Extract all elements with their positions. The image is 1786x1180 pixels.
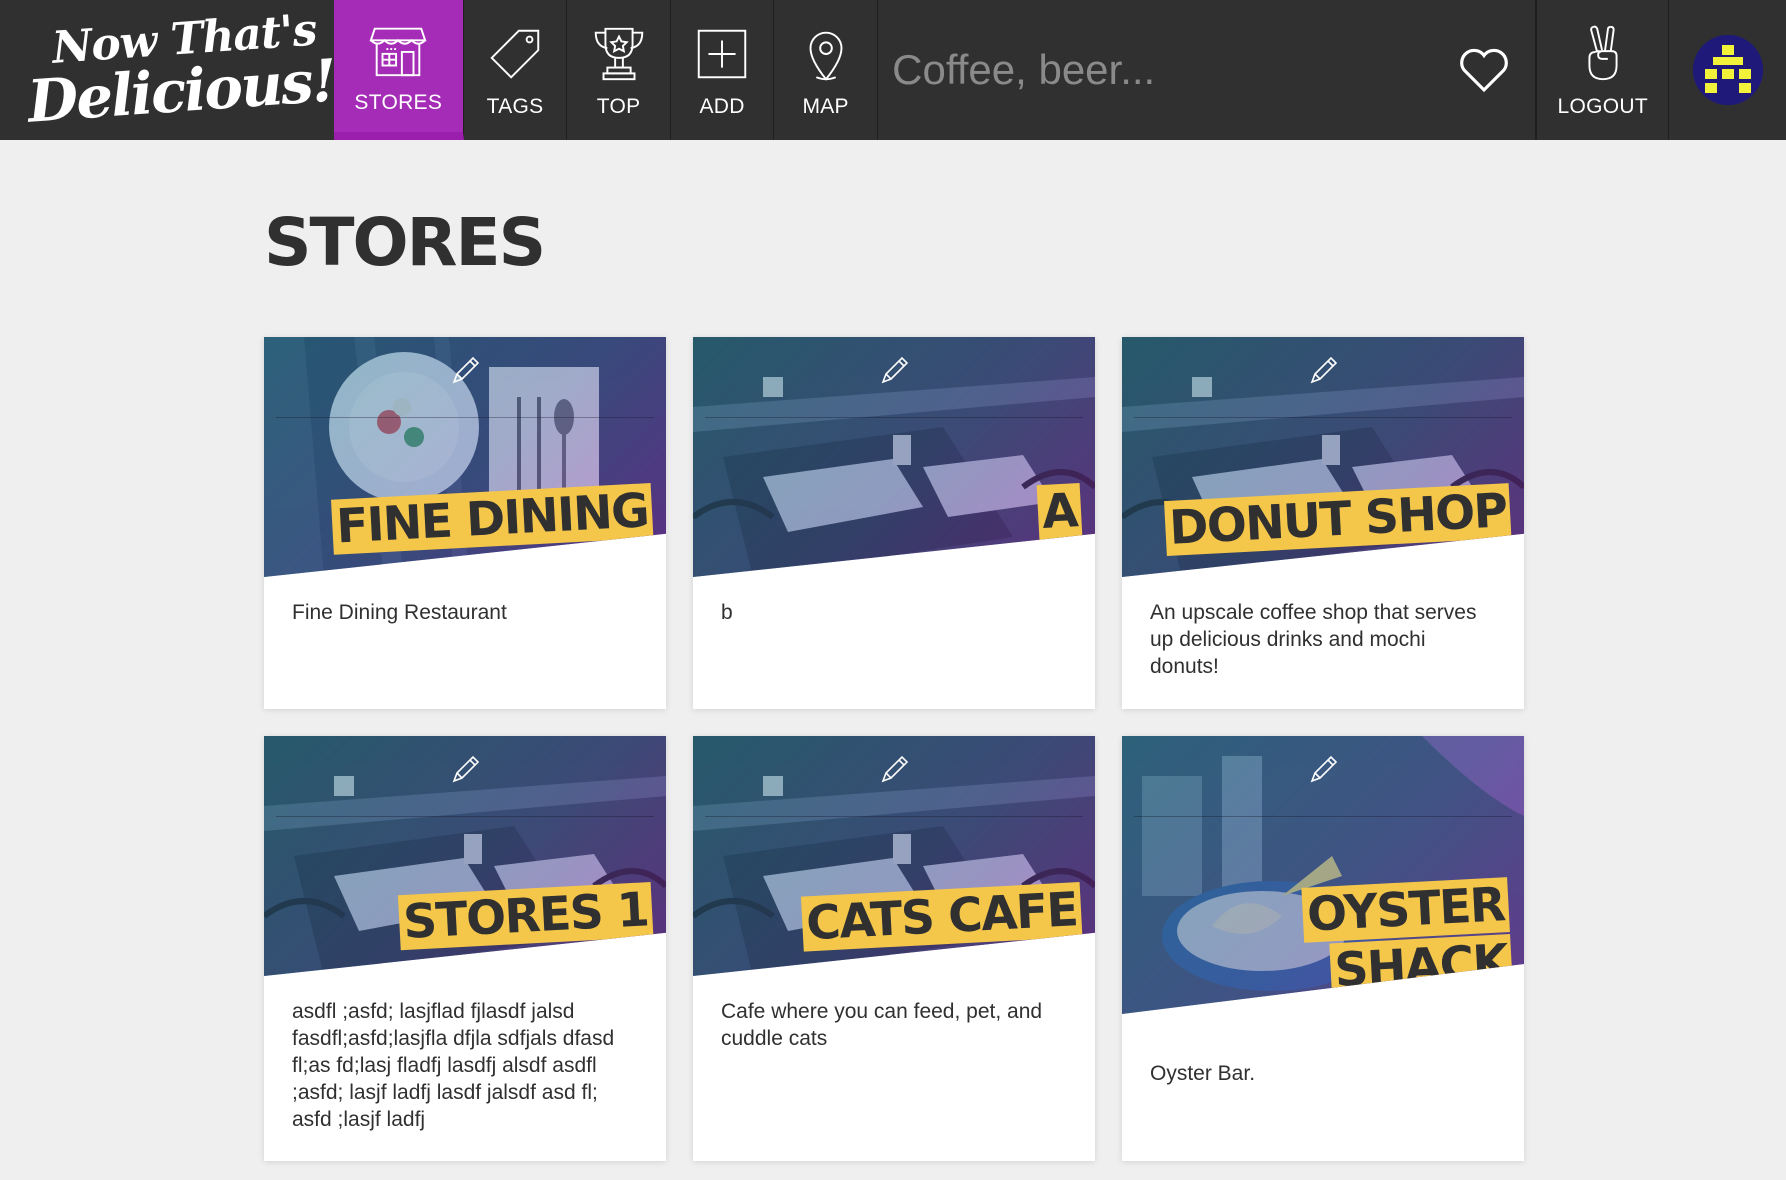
pencil-icon[interactable]	[449, 353, 483, 387]
store-description: Fine Dining Restaurant	[292, 601, 507, 624]
store-card[interactable]: CATS CAFE Cafe where you can feed, pet, …	[693, 736, 1095, 1161]
nav-logout-label: LOGOUT	[1557, 95, 1648, 118]
top-nav: Now That's Delicious! STORES TAGS TOP AD…	[0, 0, 1786, 140]
search-input[interactable]	[892, 40, 1433, 100]
map-pin-icon	[809, 31, 843, 81]
store-title[interactable]: STORES 1	[397, 882, 654, 951]
nav-top-label: TOP	[596, 95, 641, 118]
store-title-wrap: OYSTER SHACK	[1297, 876, 1513, 1001]
tag-icon	[490, 29, 540, 79]
store-hero[interactable]: A	[693, 337, 1095, 577]
nav-stores[interactable]: STORES	[333, 0, 465, 140]
heart-icon	[1459, 48, 1508, 93]
search-area	[878, 0, 1433, 140]
avatar-icon	[1692, 35, 1763, 105]
hero-divider	[276, 417, 654, 418]
store-description: b	[721, 601, 733, 624]
store-title-wrap: STORES 1	[397, 881, 654, 951]
nav-map[interactable]: MAP	[774, 0, 879, 140]
nav-map-label: MAP	[802, 95, 849, 118]
trophy-icon	[594, 27, 643, 81]
pencil-icon[interactable]	[1307, 752, 1341, 786]
store-card[interactable]: A b	[693, 337, 1095, 709]
store-hero[interactable]: OYSTER SHACK	[1122, 736, 1524, 1014]
hero-divider	[1134, 816, 1512, 817]
store-title[interactable]: OYSTER SHACK	[1301, 877, 1513, 999]
store-hero[interactable]: CATS CAFE	[693, 736, 1095, 976]
page-title: STORES	[264, 204, 546, 281]
store-description: asdfl ;asfd; lasjflad fjlasdf jalsd fasd…	[292, 1000, 615, 1131]
nav-tags-label: TAGS	[486, 95, 544, 118]
avatar	[1692, 35, 1763, 105]
hero-divider	[705, 816, 1083, 817]
store-description: An upscale coffee shop that serves up de…	[1150, 601, 1477, 678]
store-card[interactable]: DONUT SHOP An upscale coffee shop that s…	[1122, 337, 1524, 709]
store-title[interactable]: CATS CAFE	[800, 882, 1083, 952]
nav-add-label: ADD	[699, 95, 745, 118]
pencil-icon[interactable]	[878, 752, 912, 786]
nav-stores-label: STORES	[354, 91, 443, 114]
store-card[interactable]: STORES 1 asdfl ;asfd; lasjflad fjlasdf j…	[264, 736, 666, 1161]
pencil-icon[interactable]	[878, 353, 912, 387]
pencil-icon[interactable]	[1307, 353, 1341, 387]
store-icon	[369, 27, 427, 77]
store-card[interactable]: FINE DINING Fine Dining Restaurant	[264, 337, 666, 709]
store-hero[interactable]: DONUT SHOP	[1122, 337, 1524, 577]
hero-divider	[705, 417, 1083, 418]
site-logo[interactable]: Now That's Delicious!	[0, 0, 338, 151]
store-description: Cafe where you can feed, pet, and cuddle…	[721, 1000, 1043, 1050]
store-hero[interactable]: FINE DINING	[264, 337, 666, 577]
hero-divider	[1134, 417, 1512, 418]
nav-top[interactable]: TOP	[567, 0, 672, 140]
peace-hand-icon	[1588, 25, 1618, 81]
store-title[interactable]: A	[1036, 483, 1083, 541]
nav-hearts[interactable]	[1432, 0, 1537, 140]
nav-add[interactable]: ADD	[671, 0, 775, 140]
nav-logout[interactable]: LOGOUT	[1536, 0, 1670, 140]
hero-divider	[276, 816, 654, 817]
stores-grid: FINE DINING Fine Dining Restaurant A b D…	[264, 337, 1524, 1161]
store-title-wrap: A	[1036, 482, 1083, 541]
add-icon	[697, 29, 747, 79]
store-card[interactable]: OYSTER SHACK Oyster Bar.	[1122, 736, 1524, 1161]
pencil-icon[interactable]	[449, 752, 483, 786]
store-description: Oyster Bar.	[1150, 1062, 1256, 1085]
store-hero[interactable]: STORES 1	[264, 736, 666, 976]
nav-avatar[interactable]	[1669, 0, 1786, 140]
nav-tags[interactable]: TAGS	[464, 0, 568, 140]
